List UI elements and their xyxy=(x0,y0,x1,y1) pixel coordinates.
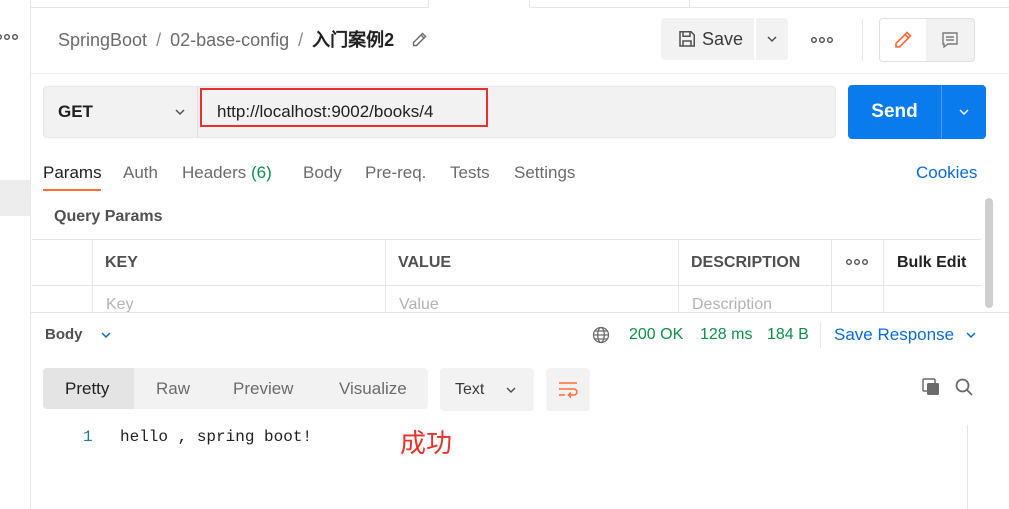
column-divider xyxy=(385,239,386,312)
param-value-input[interactable] xyxy=(399,286,669,312)
response-bar-divider xyxy=(820,322,821,348)
query-params-title: Query Params xyxy=(54,208,163,225)
tab-headers[interactable]: Headers (6) xyxy=(182,161,272,185)
wrap-lines-button[interactable] xyxy=(546,368,590,411)
editor-gutter-line xyxy=(967,425,968,509)
save-icon xyxy=(677,29,697,49)
send-button[interactable]: Send xyxy=(848,85,986,139)
breadcrumb: SpringBoot / 02-base-config / 入门案例2 xyxy=(58,28,394,52)
pencil-icon xyxy=(892,29,914,51)
tab-headers-count: (6) xyxy=(251,163,272,182)
breadcrumb-separator: / xyxy=(156,30,162,50)
mode-toggle xyxy=(879,18,975,62)
param-description-input[interactable] xyxy=(692,286,827,312)
comment-icon xyxy=(940,30,960,50)
save-response-chevron-down-icon[interactable] xyxy=(965,329,977,341)
tab-body[interactable]: Body xyxy=(303,161,342,185)
sidebar-more-icon[interactable] xyxy=(0,33,18,41)
request-tab[interactable] xyxy=(428,0,530,8)
annotation-highlight-box xyxy=(200,88,488,127)
more-actions-icon[interactable] xyxy=(811,36,833,44)
view-tab-preview[interactable]: Preview xyxy=(233,368,293,409)
breadcrumb-request-name[interactable]: 入门案例2 xyxy=(312,30,394,50)
view-tab-visualize[interactable]: Visualize xyxy=(339,368,407,409)
tab-tests[interactable]: Tests xyxy=(450,161,490,185)
column-divider xyxy=(92,239,93,312)
save-options-button[interactable] xyxy=(756,18,788,60)
cookies-link[interactable]: Cookies xyxy=(916,161,977,185)
params-scrollbar[interactable] xyxy=(985,198,993,308)
response-view-tabs: Pretty Raw Preview Visualize xyxy=(43,368,428,409)
tab-params[interactable]: Params xyxy=(43,161,102,185)
column-divider xyxy=(678,239,679,312)
annotation-text: 成功 xyxy=(400,428,453,458)
view-tab-raw[interactable]: Raw xyxy=(156,368,190,409)
search-icon[interactable] xyxy=(954,377,974,397)
view-tab-pretty[interactable]: Pretty xyxy=(65,368,109,409)
breadcrumb-folder[interactable]: 02-base-config xyxy=(170,30,289,50)
chevron-down-icon xyxy=(505,384,517,396)
column-header-value: VALUE xyxy=(398,254,452,271)
method-select[interactable]: GET xyxy=(43,86,197,138)
status-code[interactable]: 200 OK xyxy=(629,325,683,345)
comments-button[interactable] xyxy=(926,19,974,61)
wrap-lines-icon xyxy=(556,379,580,400)
edit-mode-button[interactable] xyxy=(880,19,926,61)
rename-pencil-icon[interactable] xyxy=(411,31,428,48)
tab-settings[interactable]: Settings xyxy=(514,161,575,185)
active-tab-indicator xyxy=(43,189,101,191)
sidebar-selected-item[interactable] xyxy=(0,180,30,216)
method-label: GET xyxy=(58,102,93,121)
response-size[interactable]: 184 B xyxy=(767,325,809,345)
line-number: 1 xyxy=(83,428,93,446)
breadcrumb-separator: / xyxy=(298,30,304,50)
chevron-down-icon xyxy=(174,106,186,118)
format-select[interactable]: Text xyxy=(440,368,534,411)
response-section-label[interactable]: Body xyxy=(45,326,83,344)
query-params-table: KEY VALUE DESCRIPTION Bulk Edit xyxy=(32,239,981,312)
toolbar-divider xyxy=(862,19,863,61)
response-separator xyxy=(31,312,1009,313)
column-divider xyxy=(831,239,832,312)
table-border xyxy=(32,239,981,240)
param-key-input[interactable] xyxy=(106,286,376,312)
column-divider xyxy=(883,239,884,312)
send-label: Send xyxy=(871,101,918,122)
breadcrumb-collection[interactable]: SpringBoot xyxy=(58,30,147,50)
tab-pre-request-script[interactable]: Pre-req. xyxy=(365,161,426,185)
send-divider xyxy=(941,85,942,139)
save-label: Save xyxy=(702,29,744,49)
save-button[interactable]: Save xyxy=(661,18,754,60)
request-tab[interactable] xyxy=(530,0,690,8)
response-section-chevron-down-icon[interactable] xyxy=(100,329,112,341)
save-response-button[interactable]: Save Response xyxy=(834,324,954,346)
column-options-more-icon[interactable] xyxy=(846,258,868,266)
tab-auth[interactable]: Auth xyxy=(123,161,158,185)
format-label: Text xyxy=(455,381,485,398)
bulk-edit-button[interactable]: Bulk Edit xyxy=(897,240,966,285)
response-body-line[interactable]: hello , spring boot! xyxy=(120,427,312,447)
column-header-key: KEY xyxy=(105,254,138,271)
response-time[interactable]: 128 ms xyxy=(700,325,752,345)
tab-headers-label: Headers xyxy=(182,163,247,182)
chevron-down-icon xyxy=(766,33,778,45)
send-options-chevron-down-icon[interactable] xyxy=(958,106,970,118)
header-separator xyxy=(31,73,1009,74)
globe-icon[interactable] xyxy=(592,326,610,344)
copy-icon[interactable] xyxy=(921,377,941,397)
column-header-description: DESCRIPTION xyxy=(691,254,801,271)
sidebar xyxy=(0,0,31,509)
